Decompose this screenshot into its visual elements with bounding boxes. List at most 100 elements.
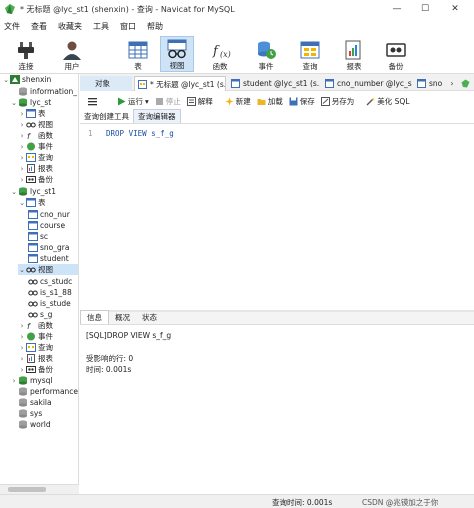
expand-arrow-icon[interactable]: › bbox=[18, 322, 26, 330]
tab-query-builder[interactable]: 查询创建工具 bbox=[80, 110, 133, 123]
sql-editor[interactable]: 1 DROP VIEW s_f_g bbox=[80, 124, 474, 310]
tree-lyc_st-queries[interactable]: › 查询 bbox=[18, 152, 53, 163]
connect-button[interactable]: 连接 bbox=[10, 36, 42, 72]
menu-button[interactable] bbox=[88, 97, 99, 106]
hamburger-menu-icon bbox=[88, 97, 97, 105]
collapse-arrow-icon[interactable]: ⌄ bbox=[18, 266, 26, 274]
tab-extra-button[interactable] bbox=[460, 76, 474, 91]
expand-arrow-icon[interactable]: › bbox=[18, 344, 26, 352]
close-button[interactable]: ✕ bbox=[444, 0, 466, 18]
tree-view-s_g[interactable]: s_g bbox=[28, 309, 52, 320]
expand-arrow-icon[interactable]: › bbox=[18, 132, 26, 140]
tree-db-world[interactable]: world bbox=[18, 419, 51, 430]
tree-db-sys[interactable]: sys bbox=[18, 408, 42, 419]
expand-arrow-icon[interactable]: › bbox=[18, 121, 26, 129]
dropdown-arrow-icon[interactable]: ▾ bbox=[145, 97, 149, 106]
tree-db-performance[interactable]: performance bbox=[18, 386, 78, 397]
function-button[interactable]: f (x) 函数 bbox=[206, 36, 234, 72]
collapse-arrow-icon[interactable]: ⌄ bbox=[2, 76, 10, 84]
expand-arrow-icon[interactable]: › bbox=[18, 366, 26, 374]
beautify-sql-button[interactable]: 美化 SQL bbox=[366, 96, 410, 107]
tree-lyc_st1-tables[interactable]: ⌄ 表 bbox=[18, 197, 46, 208]
scrollbar-thumb[interactable] bbox=[8, 487, 46, 492]
tree-db-mysql[interactable]: › mysql bbox=[10, 375, 53, 386]
table-icon bbox=[128, 41, 148, 59]
tab-sno[interactable]: sno bbox=[414, 76, 444, 91]
sidebar-horizontal-scrollbar[interactable] bbox=[0, 484, 79, 494]
maximize-button[interactable]: ☐ bbox=[414, 0, 436, 18]
tree-lyc_st-views[interactable]: › 视图 bbox=[18, 119, 53, 130]
tree-table-course[interactable]: course bbox=[28, 220, 65, 231]
sql-code-line[interactable]: DROP VIEW s_f_g bbox=[106, 129, 174, 138]
collapse-arrow-icon[interactable]: ⌄ bbox=[10, 188, 18, 196]
new-query-button[interactable]: 新建 bbox=[225, 96, 251, 107]
tree-connection-shenxin[interactable]: ⌄ shenxin bbox=[2, 74, 51, 85]
tab-status[interactable]: 状态 bbox=[136, 311, 163, 324]
tab-query-editor[interactable]: 查询编辑器 bbox=[133, 109, 181, 123]
collapse-arrow-icon[interactable]: ⌄ bbox=[18, 199, 26, 207]
menu-view[interactable]: 查看 bbox=[26, 21, 53, 32]
menu-help[interactable]: 帮助 bbox=[142, 21, 169, 32]
table-icon bbox=[325, 79, 334, 88]
expand-arrow-icon[interactable]: › bbox=[18, 176, 26, 184]
explain-button[interactable]: 解释 bbox=[186, 96, 213, 107]
tree-db-lyc_st1[interactable]: ⌄ lyc_st1 bbox=[10, 186, 56, 197]
user-button[interactable]: 用户 bbox=[56, 36, 88, 72]
tree-table-sno_grade[interactable]: sno_gra bbox=[28, 242, 69, 253]
query-button[interactable]: 查询 bbox=[296, 36, 324, 72]
tree-view-is_s1_88[interactable]: is_s1_88 bbox=[28, 287, 72, 298]
tree-lyc_st-tables[interactable]: › 表 bbox=[18, 108, 46, 119]
load-button[interactable]: 加载 bbox=[257, 96, 283, 107]
tab-cno-number[interactable]: cno_number @lyc_s... bbox=[322, 76, 412, 91]
tree-lyc_st1-backups[interactable]: › 备份 bbox=[18, 364, 53, 375]
expand-arrow-icon[interactable]: › bbox=[10, 377, 18, 385]
menu-window[interactable]: 窗口 bbox=[115, 21, 142, 32]
save-button[interactable]: 保存 bbox=[289, 96, 315, 107]
tree-view-is_student[interactable]: is_stude bbox=[28, 298, 71, 309]
tree-table-cno_number[interactable]: cno_nur bbox=[28, 209, 70, 220]
run-button[interactable]: 运行 ▾ bbox=[117, 96, 149, 107]
view-button[interactable]: 视图 bbox=[160, 36, 194, 72]
save-as-icon bbox=[320, 96, 330, 106]
expand-arrow-icon[interactable]: › bbox=[18, 165, 26, 173]
tab-profile[interactable]: 概况 bbox=[109, 311, 136, 324]
menu-favorites[interactable]: 收藏夹 bbox=[53, 21, 88, 32]
expand-arrow-icon[interactable]: › bbox=[18, 355, 26, 363]
tree-table-student[interactable]: student bbox=[28, 253, 69, 264]
save-as-button[interactable]: 另存为 bbox=[320, 96, 354, 107]
tree-view-cs_student[interactable]: cs_studc bbox=[28, 276, 72, 287]
collapse-arrow-icon[interactable]: ⌄ bbox=[10, 99, 18, 107]
tree-lyc_st-backups[interactable]: › 备份 bbox=[18, 174, 53, 185]
tree-db-information[interactable]: information_ bbox=[10, 86, 77, 97]
expand-arrow-icon[interactable]: › bbox=[18, 154, 26, 162]
menu-tools[interactable]: 工具 bbox=[88, 21, 115, 32]
expand-arrow-icon[interactable]: › bbox=[18, 110, 26, 118]
tree-lyc_st1-functions[interactable]: › f 函数 bbox=[18, 320, 53, 331]
backup-button[interactable]: 备份 bbox=[382, 36, 410, 72]
tree-lyc_st1-reports[interactable]: › 报表 bbox=[18, 353, 53, 364]
tab-student[interactable]: student @lyc_st1 (s... bbox=[228, 76, 320, 91]
tab-scroll-right-button[interactable]: › bbox=[446, 76, 458, 91]
expand-arrow-icon[interactable]: › bbox=[18, 333, 26, 341]
tree-lyc_st1-views[interactable]: ⌄ 视图 bbox=[18, 264, 78, 275]
event-button[interactable]: 事件 bbox=[252, 36, 280, 72]
tree-lyc_st1-queries[interactable]: › 查询 bbox=[18, 342, 53, 353]
tree-lyc_st-events[interactable]: › 事件 bbox=[18, 141, 53, 152]
tab-objects[interactable]: 对象 bbox=[80, 76, 132, 91]
stop-button[interactable]: 停止 bbox=[155, 96, 181, 107]
minimize-button[interactable]: — bbox=[386, 0, 408, 18]
tree-lyc_st-reports[interactable]: › 报表 bbox=[18, 163, 53, 174]
expand-arrow-icon[interactable]: › bbox=[18, 143, 26, 151]
tab-info[interactable]: 信息 bbox=[80, 310, 109, 324]
report-button[interactable]: 报表 bbox=[340, 36, 368, 72]
menu-file[interactable]: 文件 bbox=[0, 21, 26, 32]
table-button[interactable]: 表 bbox=[124, 36, 152, 72]
tree-lyc_st1-events[interactable]: › 事件 bbox=[18, 331, 53, 342]
tree-db-sakila[interactable]: sakila bbox=[18, 397, 52, 408]
tab-query-untitled[interactable]: * 无标题 @lyc_st1 (s... bbox=[134, 76, 226, 91]
tree-lyc_st-functions[interactable]: › f 函数 bbox=[18, 130, 53, 141]
event-icon bbox=[258, 41, 276, 59]
tree-table-sc[interactable]: sc bbox=[28, 231, 48, 242]
folder-open-icon bbox=[257, 98, 266, 105]
tree-db-lyc_st[interactable]: ⌄ lyc_st bbox=[10, 97, 51, 108]
